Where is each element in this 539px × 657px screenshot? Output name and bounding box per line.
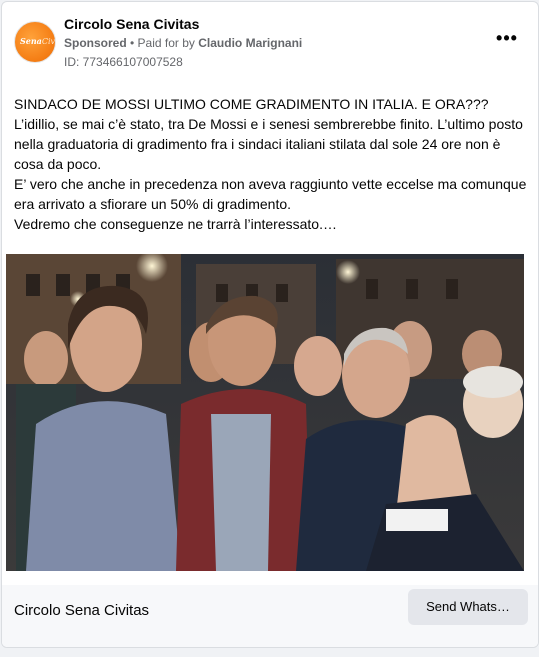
- footer-page-name[interactable]: Circolo Sena Civitas: [14, 602, 149, 619]
- avatar-logo: SenaCivitas: [20, 36, 56, 46]
- ad-image[interactable]: [6, 254, 524, 571]
- paid-for-name: Claudio Marignani: [198, 36, 303, 50]
- ad-card: SenaCivitas Circolo Sena Civitas Sponsor…: [1, 1, 539, 648]
- body-line: SINDACO DE MOSSI ULTIMO COME GRADIMENTO …: [14, 96, 489, 112]
- body-line: L’idillio, se mai c’è stato, tra De Moss…: [14, 116, 523, 172]
- page-name-link[interactable]: Circolo Sena Civitas: [64, 16, 199, 32]
- ad-id: ID: 773466107007528: [64, 55, 183, 69]
- page-avatar[interactable]: SenaCivitas: [14, 21, 56, 63]
- body-line: Vedremo che conseguenze ne trarrà l’inte…: [14, 216, 337, 232]
- sponsored-label: Sponsored: [64, 36, 127, 50]
- more-horizontal-icon: •••: [496, 28, 518, 48]
- crowd-photo: [6, 254, 524, 571]
- more-options-button[interactable]: •••: [490, 28, 524, 54]
- body-line: E’ vero che anche in precedenza non avev…: [14, 176, 527, 212]
- sponsored-line: Sponsored • Paid for by Claudio Marignan…: [64, 36, 303, 50]
- ad-footer: Circolo Sena Civitas Send Whats…: [2, 585, 538, 647]
- ad-header: SenaCivitas Circolo Sena Civitas Sponsor…: [2, 2, 538, 82]
- send-whatsapp-button[interactable]: Send Whats…: [408, 589, 528, 625]
- ad-body-text: SINDACO DE MOSSI ULTIMO COME GRADIMENTO …: [14, 94, 529, 234]
